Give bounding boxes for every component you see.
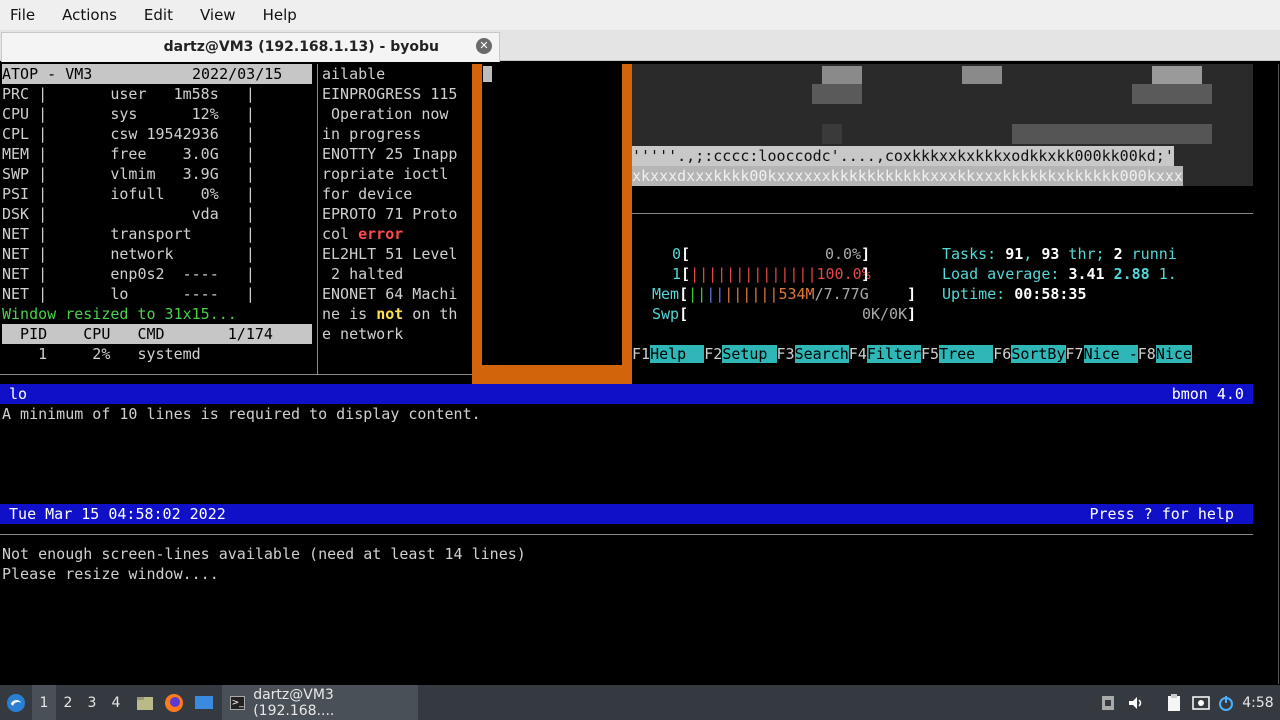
ascii-art-pane: '''''.,;:cccc:looccodc'....,coxkkkxxkxkk… [632,64,1253,186]
atop-row-net-enp0s2: NET | enp0s2 ---- | [2,265,255,283]
atop-row-psi: PSI | iofull 0% | [2,185,255,203]
menu-help[interactable]: Help [263,6,297,24]
atop-row-net-lo: NET | lo ---- | [2,285,255,303]
errno-line: ropriate ioctl [322,165,449,183]
bmon-datetime: Tue Mar 15 04:58:02 2022 [0,505,226,523]
atop-row-cpl: CPL | csw 19542936 | [2,125,255,143]
fkey-f8[interactable]: F8Nice [1138,345,1192,363]
atop-row-net-network: NET | network | [2,245,255,263]
errno-line: Operation now [322,105,449,123]
errno-line: EINPROGRESS 115 [322,85,458,103]
bmon-message: A minimum of 10 lines is required to dis… [2,405,481,423]
network-icon[interactable] [1098,685,1118,720]
bmon-status-bar: Tue Mar 15 04:58:02 2022 Press ? for help [0,504,1253,524]
ascii-art-row: '''''.,;:cccc:looccodc'....,coxkkkxxkxkk… [632,146,1174,166]
file-manager-icon[interactable] [134,685,156,720]
pane-divider[interactable] [632,213,1253,214]
errno-line: ENONET 64 Machi [322,285,458,303]
taskbar: 1 2 3 4 >_ dartz@VM3 (192.168.... 4:58 [0,685,1280,720]
fkey-f6[interactable]: F6SortBy [993,345,1066,363]
not-word: not [376,305,404,323]
cursor-block [483,66,492,82]
bmon-version: bmon 4.0 [1171,385,1253,403]
resize-prompt: Please resize window.... [2,565,219,583]
close-icon[interactable]: ✕ [476,38,492,54]
menu-view[interactable]: View [200,6,236,24]
swp-meter: Swp[0K/0K] [652,305,917,323]
workspace-1[interactable]: 1 [32,685,56,720]
volume-icon[interactable] [1126,685,1146,720]
power-icon[interactable] [1216,685,1236,720]
terminal-icon: >_ [230,695,246,710]
fkey-f1[interactable]: F1Help [632,345,705,363]
menu-actions[interactable]: Actions [62,6,117,24]
app-menu-icon[interactable] [4,685,28,720]
menubar: File Actions Edit View Help [0,0,1280,30]
atop-row-cpu: CPU | sys 12% | [2,105,255,123]
workspace-3[interactable]: 3 [80,685,104,720]
pane-divider[interactable] [317,64,318,374]
menu-file[interactable]: File [10,6,35,24]
empty-pane[interactable] [482,64,622,365]
tasks-line: Tasks: 91, 93 thr; 2 runni [942,245,1177,263]
scrollbar[interactable] [1278,64,1279,684]
fkey-f5[interactable]: F5Tree [921,345,994,363]
errno-line: ENOTTY 25 Inapp [322,145,458,163]
cpu1-meter: 1[||||||||||||||100.0%] [672,265,871,283]
resize-warning: Not enough screen-lines available (need … [2,545,526,563]
terminal-tab[interactable]: dartz@VM3 (192.168.1.13) - byobu ✕ [1,32,500,62]
uptime-line: Uptime: 00:58:35 [942,285,1087,303]
firefox-icon[interactable] [162,685,186,720]
menu-edit[interactable]: Edit [144,6,173,24]
errno-line: EL2HLT 51 Level [322,245,458,263]
mem-meter: Mem[||||||||||534M/7.77G] [652,285,917,303]
bmon-help-hint: Press ? for help [1089,505,1243,523]
terminal-area[interactable]: ATOP - VM3 2022/03/15 PRC | user 1m58s | … [0,62,1280,685]
clipboard-icon[interactable] [1164,685,1184,720]
tab-bar: dartz@VM3 (192.168.1.13) - byobu ✕ [0,30,1280,62]
errno-line: ailable [322,65,386,83]
bmon-header-bar: lo bmon 4.0 [0,384,1253,404]
atop-process-header: PID CPU CMD 1/174 [2,324,312,344]
cpu0-meter: 0[0.0%] [672,245,871,263]
atop-row-mem: MEM | free 3.0G | [2,145,255,163]
errno-line: in progress [322,125,422,143]
atop-header: ATOP - VM3 2022/03/15 [2,64,312,84]
bmon-interface: lo [0,385,28,403]
desktop-icon[interactable] [192,685,216,720]
screenshot-icon[interactable] [1190,685,1212,720]
atop-row-swp: SWP | vlmim 3.9G | [2,165,255,183]
atop-resize-message: Window resized to 31x15... [2,305,237,323]
atop-row-prc: PRC | user 1m58s | [2,85,255,103]
load-average-line: Load average: 3.41 2.88 1. [942,265,1177,283]
atop-row-dsk: DSK | vda | [2,205,255,223]
errno-line: for device [322,185,413,203]
pane-divider[interactable] [0,534,1253,535]
workspace-4[interactable]: 4 [104,685,128,720]
errno-line: EPROTO 71 Proto [322,205,458,223]
errno-line: 2 halted [322,265,404,283]
task-label: dartz@VM3 (192.168.... [253,686,335,719]
workspace-2[interactable]: 2 [56,685,80,720]
errno-line: col error [322,225,404,243]
fkey-f3[interactable]: F3Search [777,345,849,363]
errno-line: e network [322,325,404,343]
atop-process-row: 1 2% systemd [2,345,201,363]
pane-divider[interactable] [0,374,472,375]
fkey-f7[interactable]: F7Nice - [1066,345,1138,363]
tab-title: dartz@VM3 (192.168.1.13) - byobu [163,39,439,55]
errno-line: ne is not on th [322,305,458,323]
terminal-task-button[interactable]: >_ dartz@VM3 (192.168.... [222,685,418,720]
fkey-f4[interactable]: F4Filter [849,345,921,363]
error-word: error [358,225,404,243]
atop-row-net-transport: NET | transport | [2,225,255,243]
clock[interactable]: 4:58 [1240,685,1276,720]
fkey-f2[interactable]: F2Setup [704,345,777,363]
ascii-art-row: xkxxxdxxxkkkk00kxxxxxxkkkkkkkkkkkxxxkkxx… [632,166,1183,186]
htop-function-keys: F1Help F2Setup F3SearchF4FilterF5Tree F6… [632,344,1192,364]
